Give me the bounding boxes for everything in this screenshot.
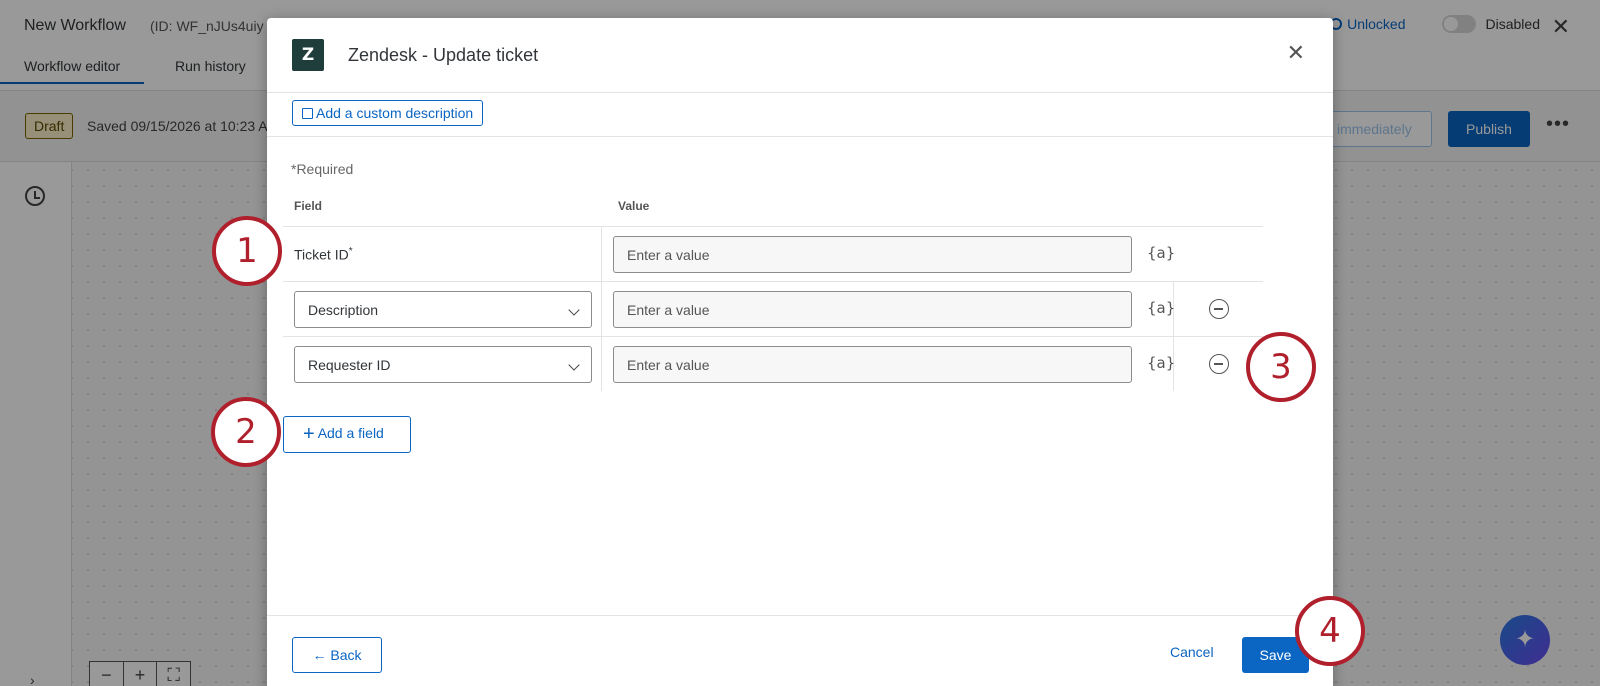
table-row: Requester ID {a} [283,336,1263,391]
add-custom-description-label: Add a custom description [316,105,474,121]
column-header-value: Value [618,199,650,213]
zendesk-update-ticket-modal: Z Zendesk - Update ticket ✕ Add a custom… [267,18,1333,686]
back-button[interactable]: ← Back [292,637,382,673]
description-value-input[interactable] [613,291,1132,328]
ticket-id-value-input[interactable] [613,236,1132,273]
chevron-down-icon [568,359,580,371]
modal-footer: ← Back Cancel Save [267,615,1333,686]
zendesk-logo-icon: Z [292,39,324,71]
requester-id-value-input[interactable] [613,346,1132,383]
piped-text-icon[interactable]: {a} [1147,354,1175,372]
remove-field-icon[interactable] [1209,354,1229,374]
required-note: *Required [291,161,354,177]
modal-title: Zendesk - Update ticket [348,45,539,65]
add-field-label: Add a field [317,425,384,441]
callout-marker-4: 4 [1295,596,1365,666]
add-custom-description-button[interactable]: Add a custom description [292,100,484,126]
plus-icon: + [303,423,315,445]
piped-text-icon[interactable]: {a} [1147,299,1175,317]
table-row: Ticket ID* {a} [283,226,1263,281]
callout-marker-1: 1 [212,216,282,286]
edit-icon [302,108,313,119]
piped-text-icon[interactable]: {a} [1147,244,1175,262]
field-select-requester-id[interactable]: Requester ID [294,346,592,383]
table-row: Description {a} [283,281,1263,336]
field-name-label: Ticket ID [294,246,349,263]
description-bar: Add a custom description [267,93,1333,137]
callout-marker-2: 2 [211,397,281,467]
callout-marker-3: 3 [1246,332,1316,402]
add-field-button[interactable]: + Add a field [283,416,411,453]
field-select-description[interactable]: Description [294,291,592,328]
arrow-left-icon: ← [312,647,327,663]
chevron-down-icon [568,304,580,316]
field-select-value: Description [308,302,379,318]
field-name-ticket-id: Ticket ID* [294,246,353,263]
field-select-value: Requester ID [308,357,391,373]
close-icon[interactable]: ✕ [1287,40,1305,66]
back-label: Back [330,647,362,663]
column-header-field: Field [294,199,323,213]
cancel-button[interactable]: Cancel [1170,644,1214,660]
remove-field-icon[interactable] [1209,299,1229,319]
modal-header: Z Zendesk - Update ticket ✕ [267,18,1333,93]
required-asterisk: * [348,246,353,257]
